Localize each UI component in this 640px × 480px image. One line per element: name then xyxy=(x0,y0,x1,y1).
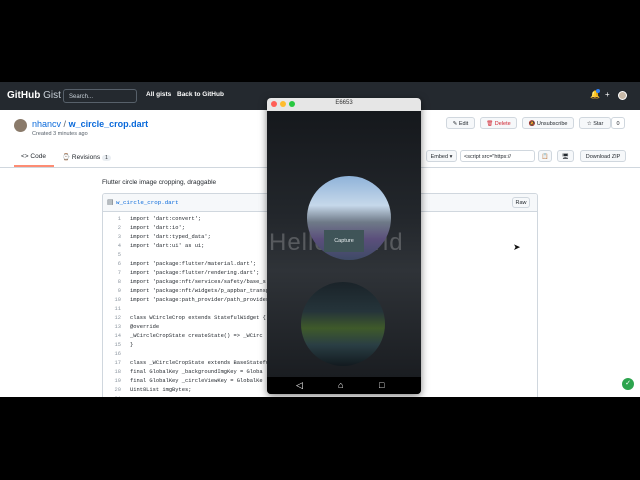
line-text: class WCircleCrop extends StatefulWidget… xyxy=(130,315,266,321)
gist-filename-link[interactable]: w_circle_crop.dart xyxy=(69,119,149,129)
file-code-icon: ▤ xyxy=(107,199,114,206)
line-text: import 'package:flutter/material.dart'; xyxy=(130,261,257,267)
gist-description: Flutter circle image cropping, draggable xyxy=(102,179,217,186)
embed-label: Embed xyxy=(430,154,449,160)
line-number[interactable]: 6 xyxy=(103,260,121,269)
unsubscribe-label: Unsubscribe xyxy=(536,121,568,127)
line-text: final GlobalKey _circleViewKey = GlobalK… xyxy=(130,378,263,384)
created-time: Created 3 minutes ago xyxy=(32,131,88,137)
user-avatar-menu[interactable] xyxy=(618,91,627,100)
line-text: @override xyxy=(130,324,160,330)
line-text: import 'dart:convert'; xyxy=(130,216,202,222)
revisions-icon: ⌚ xyxy=(62,154,71,161)
embed-url-input[interactable]: <script src="https:// xyxy=(460,150,535,162)
line-number[interactable]: 9 xyxy=(103,287,121,296)
emulator-title: E6653 xyxy=(335,100,353,106)
search-input[interactable]: Search... xyxy=(63,89,137,103)
crop-circle-bottom[interactable] xyxy=(301,282,385,366)
gist-title: nhancv / w_circle_crop.dart xyxy=(32,119,148,129)
mouse-cursor-icon: ➤ xyxy=(513,242,521,252)
line-number[interactable]: 18 xyxy=(103,368,121,377)
plus-icon[interactable]: + xyxy=(605,90,610,99)
title-separator: / xyxy=(63,119,67,129)
embed-select[interactable]: Embed ▾ xyxy=(426,150,457,162)
code-line: 21 xyxy=(103,395,537,397)
line-number[interactable]: 3 xyxy=(103,233,121,242)
emulator-title-bar[interactable]: E6653 xyxy=(267,98,421,111)
recents-icon[interactable]: □ xyxy=(379,380,384,390)
line-text: import 'package:nft/services/safety/base… xyxy=(130,279,266,285)
line-text: Uint8List imgBytes; xyxy=(130,387,192,393)
star-button[interactable]: ☆ Star xyxy=(579,117,611,129)
line-text: import 'dart:ui' as ui; xyxy=(130,243,205,249)
edit-button[interactable]: ✎ Edit xyxy=(446,117,475,129)
tab-revisions-label: Revisions xyxy=(71,154,101,161)
owner-avatar[interactable] xyxy=(14,119,27,132)
line-number[interactable]: 19 xyxy=(103,377,121,386)
android-emulator-window[interactable]: E6653 Hello World Capture ◁ ⌂ □ xyxy=(267,98,421,394)
tab-code[interactable]: <> Code xyxy=(21,153,46,160)
line-number[interactable]: 16 xyxy=(103,350,121,359)
file-name-link[interactable]: w_circle_crop.dart xyxy=(116,199,179,206)
copy-icon[interactable]: 📋 xyxy=(538,150,552,162)
unsubscribe-button[interactable]: 🔕 Unsubscribe xyxy=(522,117,574,129)
line-text: _WCircleCropState createState() => _WCir… xyxy=(130,333,263,339)
capture-button[interactable]: Capture xyxy=(324,230,364,252)
back-to-github-link[interactable]: Back to GitHub xyxy=(177,91,224,98)
line-number[interactable]: 1 xyxy=(103,215,121,224)
line-text: final GlobalKey _backgroundImgKey = Glob… xyxy=(130,369,263,375)
line-number[interactable]: 20 xyxy=(103,386,121,395)
line-text: import 'dart:io'; xyxy=(130,225,185,231)
line-number[interactable]: 8 xyxy=(103,278,121,287)
star-count: 0 xyxy=(611,117,625,129)
line-text: import 'package:nft/widgets/p_appbar_tra… xyxy=(130,288,270,294)
line-text: } xyxy=(130,342,134,348)
logo-main: GitHub xyxy=(7,90,41,101)
owner-link[interactable]: nhancv xyxy=(32,119,61,129)
raw-button[interactable]: Raw xyxy=(512,197,530,208)
line-text: class _WCircleCropState extends BaseStat… xyxy=(130,360,270,366)
delete-label: Delete xyxy=(494,121,511,127)
line-number[interactable]: 17 xyxy=(103,359,121,368)
github-gist-logo[interactable]: GitHub Gist xyxy=(7,90,61,101)
line-text: import 'dart:typed_data'; xyxy=(130,234,211,240)
desktop-icon[interactable]: 🖥 xyxy=(557,150,574,162)
line-number[interactable]: 2 xyxy=(103,224,121,233)
notification-dot-icon xyxy=(596,89,600,93)
line-number[interactable]: 21 xyxy=(103,395,121,397)
home-icon[interactable]: ⌂ xyxy=(338,380,343,390)
star-label: Star xyxy=(593,121,604,127)
line-number[interactable]: 5 xyxy=(103,251,121,260)
line-number[interactable]: 12 xyxy=(103,314,121,323)
screen: GitHub Gist Search... All gists Back to … xyxy=(0,82,640,397)
line-text: import 'package:path_provider/path_provi… xyxy=(130,297,270,303)
logo-sub: Gist xyxy=(43,90,61,101)
back-icon[interactable]: ◁ xyxy=(296,380,303,391)
line-number[interactable]: 11 xyxy=(103,305,121,314)
code-icon: <> xyxy=(21,153,29,160)
revisions-count: 1 xyxy=(102,155,111,161)
download-zip-button[interactable]: Download ZIP xyxy=(580,150,626,162)
line-number[interactable]: 10 xyxy=(103,296,121,305)
tab-revisions[interactable]: ⌚ Revisions 1 xyxy=(62,153,111,161)
line-number[interactable]: 15 xyxy=(103,341,121,350)
tab-code-label: Code xyxy=(30,153,46,160)
all-gists-link[interactable]: All gists xyxy=(146,91,171,98)
line-number[interactable]: 13 xyxy=(103,323,121,332)
line-number[interactable]: 14 xyxy=(103,332,121,341)
edit-label: Edit xyxy=(458,121,469,127)
delete-button[interactable]: 🗑 Delete xyxy=(480,117,517,129)
line-number[interactable]: 7 xyxy=(103,269,121,278)
android-nav-bar: ◁ ⌂ □ xyxy=(267,377,421,394)
line-number[interactable]: 4 xyxy=(103,242,121,251)
phone-screen[interactable]: Hello World Capture xyxy=(267,111,421,377)
line-text: import 'package:flutter/rendering.dart'; xyxy=(130,270,260,276)
shield-icon[interactable]: ✓ xyxy=(622,378,634,390)
